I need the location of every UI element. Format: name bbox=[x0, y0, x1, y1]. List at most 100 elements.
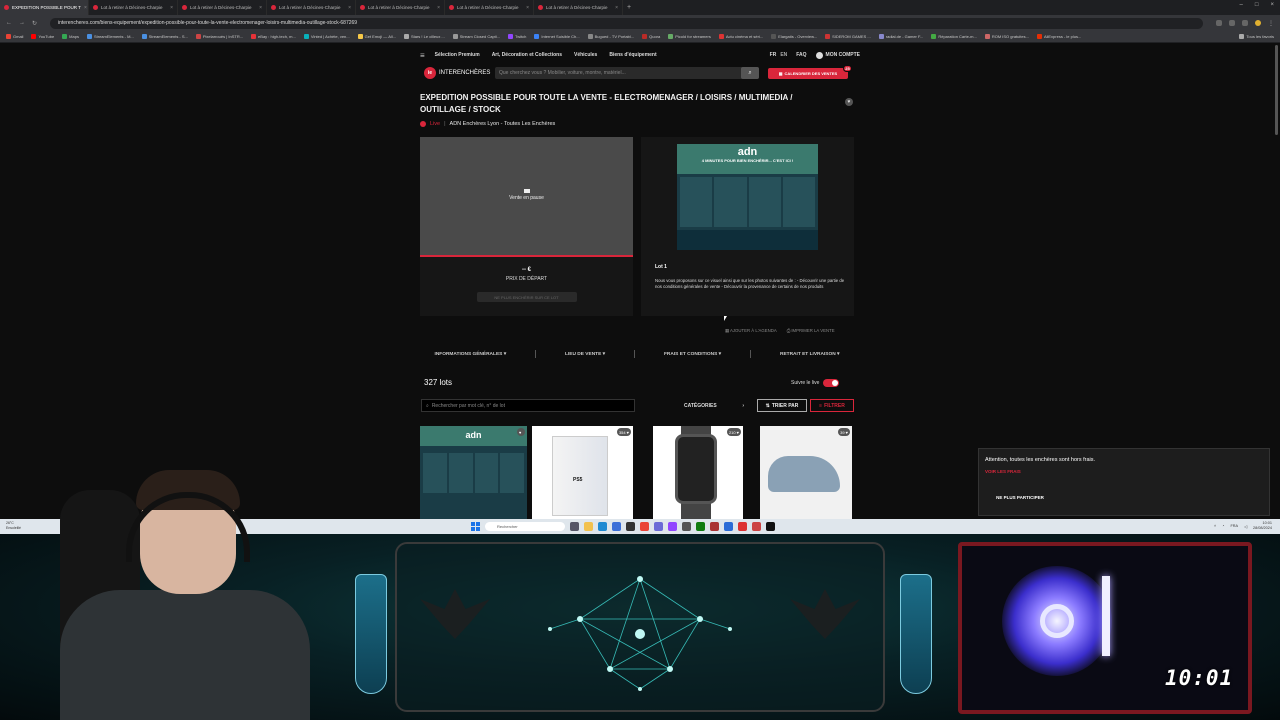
terminal-icon[interactable] bbox=[626, 522, 635, 531]
back-icon[interactable]: ← bbox=[6, 20, 12, 26]
live-video-player[interactable]: Vente en pause bbox=[420, 137, 633, 257]
calculator-icon[interactable] bbox=[682, 522, 691, 531]
lot-card-favorite-badge[interactable]: 210 ♥ bbox=[726, 428, 741, 436]
app-icon[interactable] bbox=[654, 522, 663, 531]
bookmark-item[interactable]: SIDEROM GAMES ... bbox=[825, 34, 871, 39]
lot-card-favorite-badge[interactable]: 354 ♥ bbox=[616, 428, 631, 436]
task-view-icon[interactable] bbox=[570, 522, 579, 531]
lang-indicator[interactable]: FRA bbox=[1230, 524, 1238, 528]
tray-chevron-icon[interactable]: ˄ bbox=[1214, 524, 1216, 528]
bookmark-item[interactable]: Twitch bbox=[508, 34, 526, 39]
browser-tab[interactable]: Lot à retirer à Décines-Charpie × bbox=[534, 0, 623, 15]
lot-search-input[interactable]: ⌕ Rechercher par mot clé, n° de lot bbox=[421, 399, 635, 412]
xbox-icon[interactable] bbox=[696, 522, 705, 531]
file-explorer-icon[interactable] bbox=[584, 522, 593, 531]
url-field[interactable]: interencheres.com/biens-equipement/exped… bbox=[50, 17, 1203, 29]
bookmark-item[interactable]: Stream Closed Capti... bbox=[452, 34, 500, 39]
app-icon[interactable] bbox=[738, 522, 747, 531]
weather-widget[interactable]: 26°C Ensoleillé bbox=[6, 521, 21, 531]
browser-tab[interactable]: Lot à retirer à Décines-Charpie × bbox=[89, 0, 178, 15]
nav-link-premium[interactable]: Sélection Premium bbox=[435, 52, 480, 58]
lot-card[interactable]: adn ♥ bbox=[420, 426, 527, 519]
browser-tab[interactable]: Lot à retirer à Décines-Charpie × bbox=[267, 0, 356, 15]
browser-tab[interactable]: EXPEDITION POSSIBLE POUR T × bbox=[0, 0, 89, 15]
faq-link[interactable]: FAQ bbox=[796, 52, 806, 58]
view-fees-link[interactable]: VOIR LES FRAIS bbox=[985, 469, 1021, 474]
bookmark-star-icon[interactable] bbox=[1229, 20, 1235, 26]
tab-pickup-delivery[interactable]: RETRAIT ET LIVRAISON ▾ bbox=[780, 352, 839, 357]
store-icon[interactable] bbox=[612, 522, 621, 531]
lot-card[interactable]: 39 ♥ bbox=[760, 426, 852, 519]
search-icon[interactable]: ⌕ bbox=[741, 67, 759, 79]
bookmark-item[interactable]: Internet Suisible Ch... bbox=[534, 34, 580, 39]
obs-icon[interactable] bbox=[710, 522, 719, 531]
lot-image[interactable]: adn 4 MINUTES POUR BIEN ENCHÉRIR... C'EST… bbox=[677, 144, 818, 250]
account-button[interactable]: MON COMPTE bbox=[815, 51, 860, 59]
app-icon[interactable] bbox=[766, 522, 775, 531]
tab-fees-conditions[interactable]: FRAIS ET CONDITIONS ▾ bbox=[664, 352, 721, 357]
site-logo[interactable]: ie INTERENCHÈRES bbox=[424, 67, 490, 79]
lot-card[interactable]: PS5 354 ♥ bbox=[532, 426, 633, 519]
browser-tab[interactable]: Lot à retirer à Décines-Charpie × bbox=[356, 0, 445, 15]
close-tab-icon[interactable]: × bbox=[615, 5, 618, 11]
reload-icon[interactable]: ↻ bbox=[32, 20, 37, 27]
forward-icon[interactable]: → bbox=[19, 20, 25, 26]
follow-live-toggle[interactable] bbox=[823, 379, 840, 387]
close-tab-icon[interactable]: × bbox=[348, 5, 351, 11]
stop-participating-button[interactable]: NE PLUS PARTICIPER bbox=[985, 491, 1055, 503]
app-icon[interactable] bbox=[724, 522, 733, 531]
tab-general-info[interactable]: INFORMATIONS GÉNÉRALES ▾ bbox=[434, 352, 506, 357]
profile-avatar-icon[interactable] bbox=[1255, 20, 1261, 26]
edge-icon[interactable] bbox=[598, 522, 607, 531]
page-scrollbar[interactable] bbox=[1275, 45, 1278, 135]
filter-button[interactable]: ≡ FILTRER bbox=[810, 399, 854, 412]
auction-house-link[interactable]: ADN Enchères Lyon - Toutes Les Enchères bbox=[450, 121, 556, 127]
nav-link-equipment[interactable]: Biens d'équipement bbox=[609, 52, 656, 58]
tab-sale-location[interactable]: LIEU DE VENTE ▾ bbox=[565, 352, 605, 357]
bookmark-item[interactable]: Réparation Carte-m... bbox=[931, 34, 977, 39]
lot-card[interactable]: 210 ♥ bbox=[653, 426, 743, 519]
stop-bidding-button[interactable]: NE PLUS ENCHÉRIR SUR CE LOT bbox=[476, 292, 577, 302]
taskbar-clock[interactable]: 10:01 28/08/2024 bbox=[1253, 521, 1272, 531]
bookmark-item[interactable]: Bugued - TV Portabl... bbox=[587, 34, 634, 39]
wifi-icon[interactable]: ◔ bbox=[1222, 524, 1224, 528]
taskbar-search[interactable]: Rechercher bbox=[485, 522, 565, 531]
bookmark-item[interactable]: AliExpress - le plus... bbox=[1036, 34, 1081, 39]
bookmark-item[interactable]: Gmail bbox=[6, 34, 23, 39]
bookmark-item[interactable]: Tous les favoris bbox=[1239, 34, 1274, 39]
windows-start-icon[interactable] bbox=[471, 522, 480, 531]
site-search-input[interactable]: Que cherchez vous ? Mobilier, voiture, m… bbox=[495, 67, 759, 79]
extension-icon[interactable] bbox=[1216, 20, 1222, 26]
bookmark-item[interactable]: eBay : high-tech, m... bbox=[251, 34, 296, 39]
bookmark-item[interactable]: StreamElements - M... bbox=[86, 34, 134, 39]
bookmark-item[interactable]: Elargatis - Overview... bbox=[771, 34, 817, 39]
bookmark-item[interactable]: Picold for streamers bbox=[668, 34, 711, 39]
volume-icon[interactable]: ◁ bbox=[1244, 524, 1247, 529]
nav-link-vehicles[interactable]: Véhicules bbox=[574, 52, 597, 58]
chrome-icon[interactable] bbox=[640, 522, 649, 531]
close-tab-icon[interactable]: × bbox=[437, 5, 440, 11]
bookmark-item[interactable]: YouTube bbox=[31, 34, 54, 39]
close-tab-icon[interactable]: × bbox=[259, 5, 262, 11]
bookmark-item[interactable]: radial.de - Gamer F... bbox=[878, 34, 923, 39]
bookmark-item[interactable]: Actu cinéma et séri... bbox=[718, 34, 763, 39]
browser-tab[interactable]: Lot à retirer à Décines-Charpie × bbox=[445, 0, 534, 15]
close-tab-icon[interactable]: × bbox=[526, 5, 529, 11]
nav-link-art[interactable]: Art, Décoration et Collections bbox=[492, 52, 562, 58]
close-tab-icon[interactable]: × bbox=[170, 5, 173, 11]
bookmark-item[interactable]: Get Emoji — All... bbox=[357, 34, 396, 39]
browser-tab[interactable]: Lot à retirer à Décines-Charpie × bbox=[178, 0, 267, 15]
categories-dropdown[interactable]: CATÉGORIES › bbox=[684, 400, 744, 411]
bookmark-item[interactable]: Maps bbox=[62, 34, 79, 39]
extensions-puzzle-icon[interactable] bbox=[1242, 20, 1248, 26]
add-to-agenda-link[interactable]: ▦ AJOUTER À L'AGENDA bbox=[725, 328, 777, 334]
bookmark-item[interactable]: Quora bbox=[642, 34, 660, 39]
bookmark-item[interactable]: Pixelarrouès | InSTR... bbox=[195, 34, 243, 39]
close-window-icon[interactable]: × bbox=[1270, 2, 1274, 8]
favorite-heart-icon[interactable]: ♥ bbox=[845, 98, 853, 106]
close-tab-icon[interactable]: × bbox=[84, 5, 87, 11]
maximize-icon[interactable]: □ bbox=[1255, 2, 1259, 8]
sort-button[interactable]: ⇅ TRIER PAR bbox=[757, 399, 807, 412]
app-icon[interactable] bbox=[668, 522, 677, 531]
agenda-button[interactable]: ▦ CALENDRIER DES VENTES 25 bbox=[768, 65, 852, 79]
